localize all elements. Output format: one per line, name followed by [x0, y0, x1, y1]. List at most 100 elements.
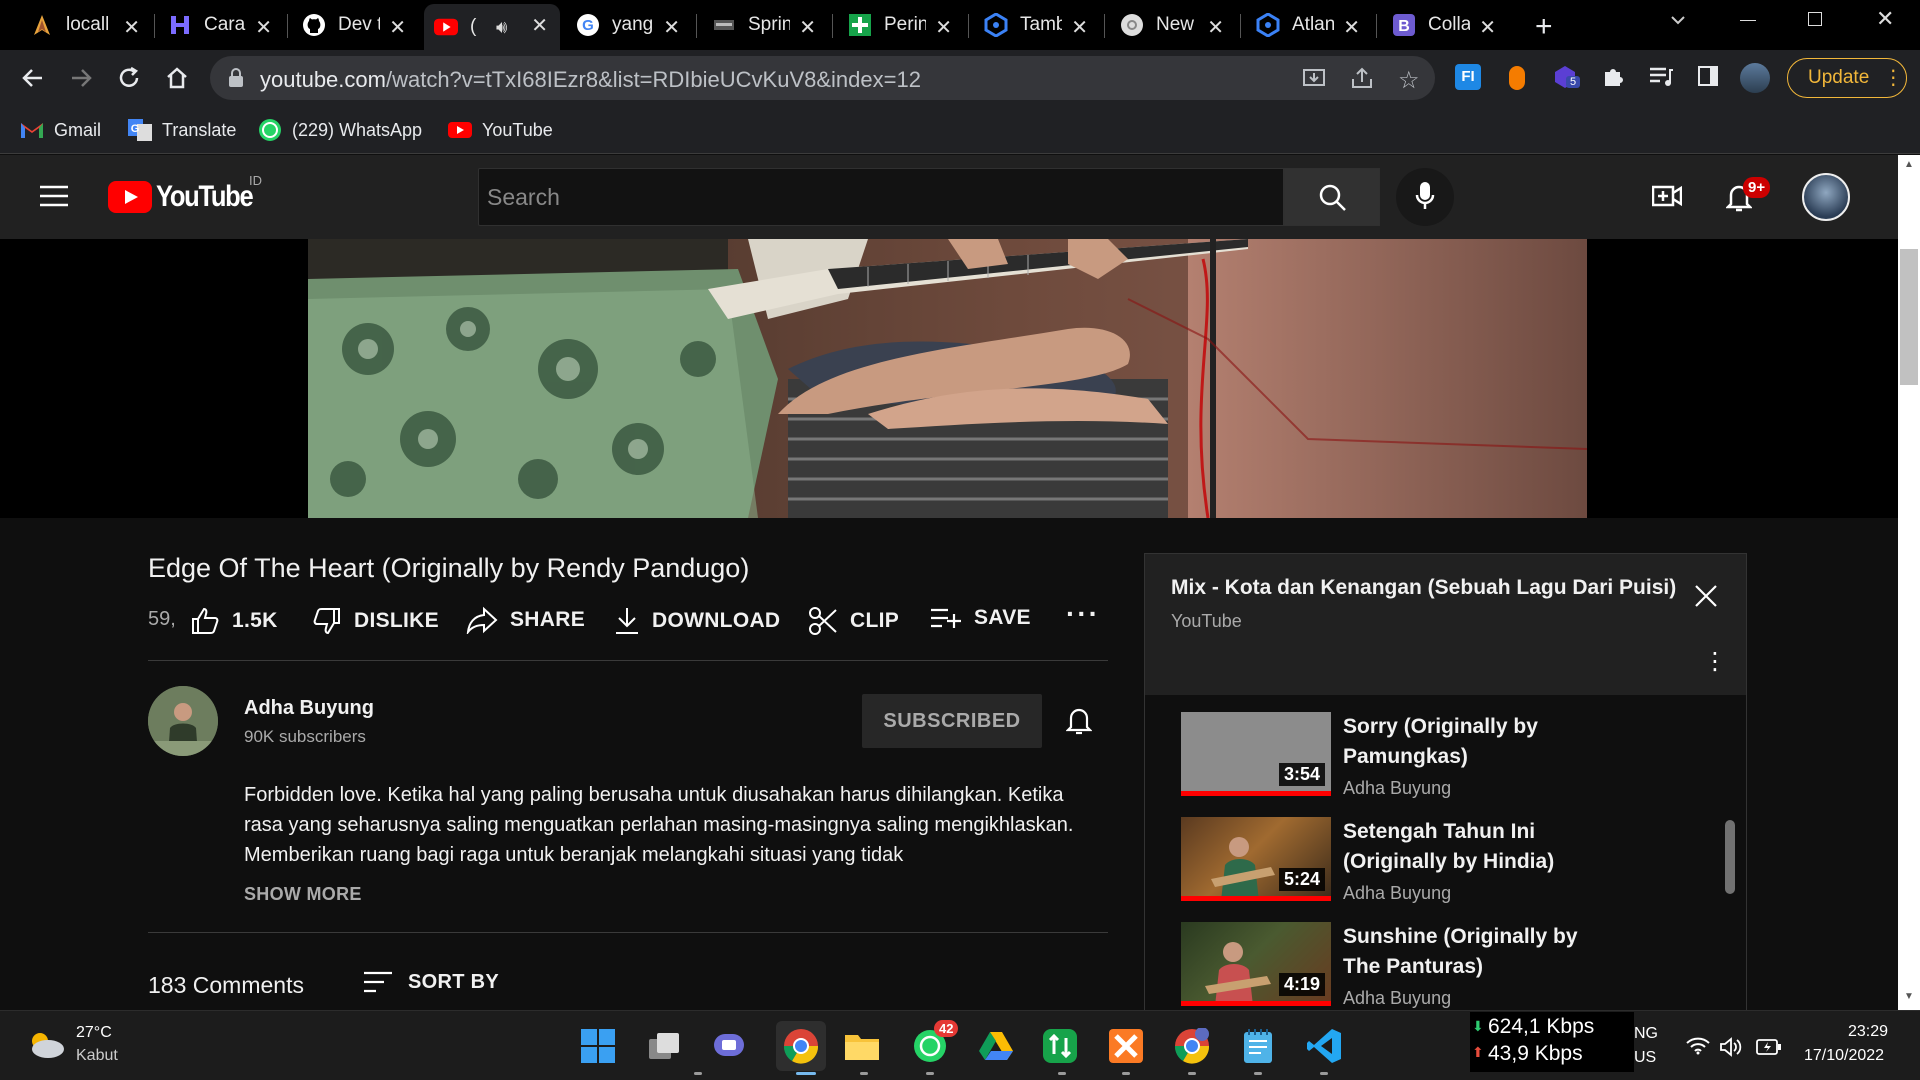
share-button[interactable]: SHARE	[466, 606, 585, 634]
language-indicator-top[interactable]: NG	[1634, 1025, 1658, 1043]
youtube-logo[interactable]: YouTube	[108, 180, 269, 214]
playlist-item[interactable]: 3:54 Sorry (Originally by Pamungkas) Adh…	[1181, 712, 1721, 800]
home-icon[interactable]	[164, 65, 190, 91]
whatsapp-taskbar-icon[interactable]: 42	[910, 1020, 959, 1066]
tab-search-icon[interactable]	[1668, 10, 1688, 30]
channel-name[interactable]: Adha Buyung	[244, 697, 374, 720]
voice-search-button[interactable]	[1396, 168, 1454, 226]
close-icon[interactable]: ✕	[799, 15, 816, 40]
create-video-icon[interactable]	[1652, 183, 1682, 209]
side-panel-icon[interactable]	[1698, 66, 1718, 86]
playlist-item[interactable]: 4:19 Sunshine (Originally by The Pantura…	[1181, 922, 1721, 1010]
close-icon[interactable]: ✕	[1343, 15, 1360, 40]
kebab-menu-icon[interactable]: ⋮	[1883, 68, 1903, 88]
speaker-icon[interactable]: 🔊︎	[496, 17, 507, 38]
xampp-icon[interactable]	[1106, 1026, 1146, 1066]
close-icon[interactable]: ✕	[123, 15, 140, 40]
bookmark-star-icon[interactable]: ☆	[1398, 66, 1420, 95]
media-control-icon[interactable]	[1648, 66, 1674, 88]
lock-icon[interactable]	[228, 68, 244, 88]
account-avatar[interactable]	[1802, 173, 1850, 221]
profile-avatar[interactable]	[1740, 63, 1770, 93]
close-icon[interactable]: ✕	[1479, 15, 1496, 40]
tab-0[interactable]: locall ✕	[20, 6, 152, 44]
close-window-icon[interactable]: ✕	[1876, 6, 1894, 32]
scroll-down-arrow-icon[interactable]: ▼	[1904, 991, 1914, 1002]
tab-8[interactable]: New ✕	[1110, 6, 1236, 44]
tab-5[interactable]: Sprin ✕	[702, 6, 828, 44]
restore-icon[interactable]	[1808, 12, 1822, 26]
share-icon[interactable]	[1350, 67, 1374, 89]
more-actions-icon[interactable]: ···	[1066, 598, 1100, 630]
show-more-button[interactable]: SHOW MORE	[244, 884, 362, 905]
reload-icon[interactable]	[116, 65, 142, 91]
notepad-icon[interactable]	[1238, 1026, 1278, 1066]
clock-date[interactable]: 17/10/2022	[1804, 1047, 1884, 1065]
new-tab-icon[interactable]: +	[1535, 10, 1553, 44]
forward-icon[interactable]	[68, 65, 94, 91]
teams-chat-icon[interactable]	[710, 1026, 750, 1066]
tab-10[interactable]: B Colla ✕	[1382, 6, 1508, 44]
bookmark-gmail[interactable]: Gmail	[20, 116, 101, 144]
volume-icon[interactable]	[1720, 1037, 1742, 1057]
sync-app-icon[interactable]	[1040, 1026, 1080, 1066]
hamburger-menu-icon[interactable]	[40, 185, 68, 207]
extensions-puzzle-icon[interactable]	[1600, 64, 1626, 90]
tab-4[interactable]: G yang ✕	[566, 6, 692, 44]
close-icon[interactable]: ✕	[1207, 15, 1224, 40]
search-button[interactable]	[1284, 168, 1380, 226]
address-bar[interactable]: youtube.com/watch?v=tTxI68IEzr8&list=RDI…	[210, 56, 1435, 100]
tab-2[interactable]: Dev t ✕	[292, 6, 418, 44]
clip-button[interactable]: CLIP	[808, 606, 899, 636]
search-input[interactable]: Search	[478, 168, 1284, 226]
extension-fi-icon[interactable]: FI	[1455, 64, 1481, 90]
channel-avatar[interactable]	[148, 686, 218, 756]
close-icon[interactable]: ✕	[389, 15, 406, 40]
like-button[interactable]: 1.5K	[190, 606, 278, 636]
extension-orange-icon[interactable]	[1509, 66, 1525, 90]
playlist-scrollbar-thumb[interactable]	[1725, 820, 1735, 894]
install-app-icon[interactable]	[1302, 67, 1326, 89]
file-explorer-icon[interactable]	[842, 1026, 882, 1066]
weather-widget[interactable]: 27°C Kabut	[24, 1021, 134, 1071]
tab-7[interactable]: Tamb ✕	[974, 6, 1100, 44]
playlist-menu-icon[interactable]: ⋮	[1703, 650, 1727, 674]
channel-notification-bell-icon[interactable]	[1066, 706, 1092, 736]
battery-icon[interactable]	[1756, 1039, 1782, 1055]
playlist-title[interactable]: Mix - Kota dan Kenangan (Sebuah Lagu Dar…	[1171, 576, 1676, 600]
close-icon[interactable]: ✕	[935, 15, 952, 40]
close-icon[interactable]: ✕	[531, 13, 548, 38]
extension-purple-icon[interactable]: 5	[1552, 64, 1581, 90]
chrome-taskbar-icon[interactable]	[776, 1021, 826, 1071]
tab-6[interactable]: Perin ✕	[838, 6, 964, 44]
google-drive-icon[interactable]	[976, 1026, 1016, 1066]
clock-time[interactable]: 23:29	[1848, 1023, 1888, 1041]
wifi-icon[interactable]	[1686, 1037, 1710, 1055]
tab-1[interactable]: Cara ✕	[158, 6, 284, 44]
download-button[interactable]: DOWNLOAD	[614, 606, 780, 636]
video-frame[interactable]	[308, 239, 1587, 518]
close-icon[interactable]: ✕	[255, 15, 272, 40]
start-button[interactable]	[578, 1026, 618, 1066]
bookmark-youtube[interactable]: YouTube	[448, 116, 553, 144]
chrome-profile-taskbar-icon[interactable]	[1172, 1026, 1212, 1066]
scrollbar-thumb[interactable]	[1900, 249, 1918, 385]
tab-9[interactable]: Atlan ✕	[1246, 6, 1372, 44]
dislike-button[interactable]: DISLIKE	[312, 606, 439, 636]
task-view-icon[interactable]	[644, 1026, 684, 1066]
video-player[interactable]	[0, 239, 1898, 518]
back-icon[interactable]	[20, 65, 46, 91]
bookmark-translate[interactable]: G Translate	[128, 116, 236, 144]
close-playlist-icon[interactable]	[1694, 584, 1718, 608]
update-button[interactable]: Update ⋮	[1787, 58, 1907, 98]
language-indicator-bottom[interactable]: US	[1634, 1049, 1656, 1067]
save-button[interactable]: SAVE	[930, 606, 1031, 630]
playlist-item[interactable]: 5:24 Setengah Tahun Ini (Originally by H…	[1181, 817, 1721, 905]
subscribed-button[interactable]: SUBSCRIBED	[862, 694, 1042, 748]
minimize-icon[interactable]	[1740, 20, 1756, 21]
close-icon[interactable]: ✕	[1071, 15, 1088, 40]
sort-by-button[interactable]: SORT BY	[364, 970, 499, 994]
tab-3-active[interactable]: ( 🔊︎ ✕	[424, 4, 560, 50]
vscode-icon[interactable]	[1304, 1026, 1344, 1066]
page-scrollbar[interactable]: ▲ ▼	[1898, 155, 1920, 1011]
